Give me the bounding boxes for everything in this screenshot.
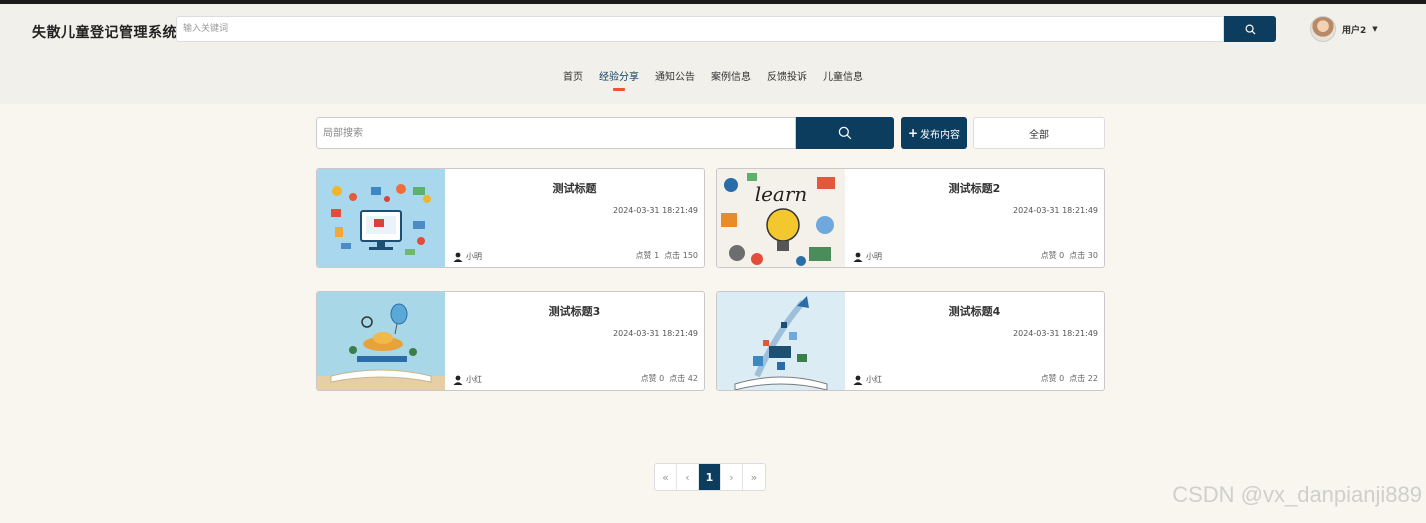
post-author-name: 小红	[866, 375, 882, 384]
post-author: 小明	[853, 251, 882, 262]
user-menu[interactable]: 用户2 ▼	[1310, 16, 1378, 42]
search-icon	[838, 126, 852, 140]
search-icon	[1245, 24, 1256, 35]
post-likes: 点赞 0	[640, 374, 665, 383]
svg-text:learn: learn	[755, 182, 808, 206]
caret-down-icon: ▼	[1372, 25, 1378, 33]
nav-notices[interactable]: 通知公告	[655, 68, 695, 89]
post-stats: 点赞 0 点击 30	[1041, 250, 1098, 261]
user-icon	[453, 375, 463, 385]
post-stats: 点赞 0 点击 42	[641, 373, 698, 384]
local-search-button[interactable]	[796, 117, 894, 149]
watermark: CSDN @vx_danpianji889	[1172, 482, 1422, 507]
global-search-input[interactable]	[176, 16, 1224, 42]
post-thumbnail	[317, 169, 445, 267]
pagination-prev[interactable]: ‹	[677, 464, 699, 490]
post-stats: 点赞 0 点击 22	[1041, 373, 1098, 384]
post-author: 小红	[853, 374, 882, 385]
nav-feedback[interactable]: 反馈投诉	[767, 68, 807, 89]
post-date: 2024-03-31 18:21:49	[1013, 206, 1098, 215]
plus-icon: +	[907, 126, 919, 140]
post-title: 测试标题3	[548, 305, 601, 318]
post-date: 2024-03-31 18:21:49	[613, 206, 698, 215]
post-date: 2024-03-31 18:21:49	[1013, 329, 1098, 338]
local-search-input[interactable]	[316, 117, 796, 149]
filter-all-button[interactable]: 全部	[973, 117, 1105, 149]
nav-children[interactable]: 儿童信息	[823, 68, 863, 89]
post-author-name: 小明	[866, 252, 882, 261]
post-card[interactable]: 测试标题4 2024-03-31 18:21:49 小红 点赞 0 点击 22	[716, 291, 1105, 391]
post-author: 小明	[453, 251, 482, 262]
post-clicks: 点击 42	[669, 374, 698, 383]
post-title: 测试标题4	[948, 305, 1001, 318]
pagination: « ‹ 1 › »	[654, 463, 766, 491]
global-search-button[interactable]	[1224, 16, 1276, 42]
post-author: 小红	[453, 374, 482, 385]
post-clicks: 点击 150	[664, 251, 698, 260]
post-clicks: 点击 30	[1069, 251, 1098, 260]
pagination-current-page[interactable]: 1	[699, 464, 721, 490]
pagination-last[interactable]: »	[743, 464, 765, 490]
post-title: 测试标题	[552, 182, 597, 195]
pagination-next[interactable]: ›	[721, 464, 743, 490]
post-thumbnail: learn	[717, 169, 845, 267]
pagination-first[interactable]: «	[655, 464, 677, 490]
avatar	[1310, 16, 1336, 42]
nav-cases[interactable]: 案例信息	[711, 68, 751, 89]
post-card[interactable]: 测试标题3 2024-03-31 18:21:49 小红 点赞 0 点击 42	[316, 291, 705, 391]
post-thumbnail	[317, 292, 445, 390]
global-search	[176, 16, 1276, 42]
main-nav: 首页 经验分享 通知公告 案例信息 反馈投诉 儿童信息	[0, 68, 1426, 91]
post-clicks: 点击 22	[1069, 374, 1098, 383]
post-likes: 点赞 0	[1040, 374, 1065, 383]
post-likes: 点赞 0	[1040, 251, 1065, 260]
post-date: 2024-03-31 18:21:49	[613, 329, 698, 338]
post-likes: 点赞 1	[635, 251, 660, 260]
post-card[interactable]: 测试标题 2024-03-31 18:21:49 小明 点赞 1 点击 150	[316, 168, 705, 268]
publish-button[interactable]: + 发布内容	[901, 117, 967, 149]
nav-home[interactable]: 首页	[563, 68, 583, 89]
user-icon	[853, 375, 863, 385]
post-stats: 点赞 1 点击 150	[636, 250, 698, 261]
user-name: 用户2	[1342, 25, 1367, 36]
post-author-name: 小红	[466, 375, 482, 384]
post-thumbnail	[717, 292, 845, 390]
site-brand: 失散儿童登记管理系统	[32, 25, 177, 41]
local-search	[316, 117, 894, 149]
user-icon	[853, 252, 863, 262]
site-header: 失散儿童登记管理系统 用户2 ▼ 首页 经验分享 通知公告 案例信息 反馈投诉 …	[0, 4, 1426, 104]
post-author-name: 小明	[466, 252, 482, 261]
user-icon	[453, 252, 463, 262]
publish-label: 发布内容	[920, 129, 961, 141]
post-card[interactable]: learn 测试标题2 2024-03-31 18:21:49 小明 点赞 0 …	[716, 168, 1105, 268]
post-title: 测试标题2	[948, 182, 1001, 195]
nav-experience-share[interactable]: 经验分享	[599, 68, 639, 91]
